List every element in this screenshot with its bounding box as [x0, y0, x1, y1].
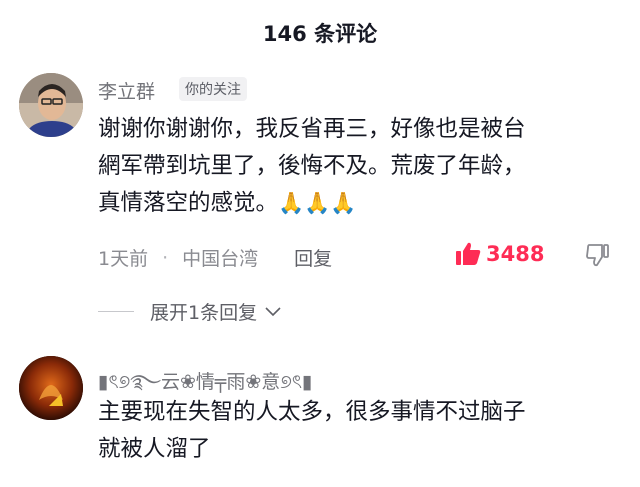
avatar-image [19, 73, 83, 137]
expand-replies-button[interactable]: 展开1条回复 [98, 298, 281, 325]
comment-text-line: 網军帶到坑里了，後悔不及。荒废了年龄， [98, 153, 526, 179]
comment-time: 1天前 [98, 248, 149, 270]
expand-replies-label: 展开1条回复 [150, 302, 258, 324]
comment-meta: 1天前 · 中国台湾 回复 [98, 244, 332, 271]
dislike-button[interactable] [586, 243, 610, 271]
comment-text: 谢谢你谢谢你，我反省再三，好像也是被台 網军帶到坑里了，後悔不及。荒废了年龄， … [98, 111, 526, 222]
comment-text: 主要现在失智的人太多，很多事情不过脑子 就被人溜了 [98, 394, 526, 468]
reply-button[interactable]: 回复 [294, 244, 332, 271]
like-count: 3488 [486, 242, 545, 266]
like-button[interactable]: 3488 [455, 242, 544, 266]
pray-emoji: 🙏🙏🙏 [278, 191, 357, 215]
follow-tag: 你的关注 [179, 77, 247, 101]
expand-divider-line [98, 311, 134, 312]
comment-count-title: 146 条评论 [262, 22, 378, 46]
comment-text-line: 主要现在失智的人太多，很多事情不过脑子 [98, 399, 526, 425]
thumbs-up-icon [456, 242, 481, 265]
comment-location: 中国台湾 [182, 248, 259, 270]
chevron-down-icon [265, 306, 281, 316]
comment-text-line: 真情落空的感觉。🙏🙏🙏 [98, 190, 357, 216]
avatar[interactable] [19, 73, 83, 137]
comment-username[interactable]: 李立群 [98, 77, 155, 104]
comment-text-line: 就被人溜了 [98, 436, 211, 462]
thumbs-down-icon [586, 244, 609, 267]
meta-separator: · [162, 246, 169, 269]
avatar[interactable] [19, 356, 83, 420]
comment-text-line: 谢谢你谢谢你，我反省再三，好像也是被台 [98, 116, 526, 142]
avatar-image [19, 356, 83, 420]
